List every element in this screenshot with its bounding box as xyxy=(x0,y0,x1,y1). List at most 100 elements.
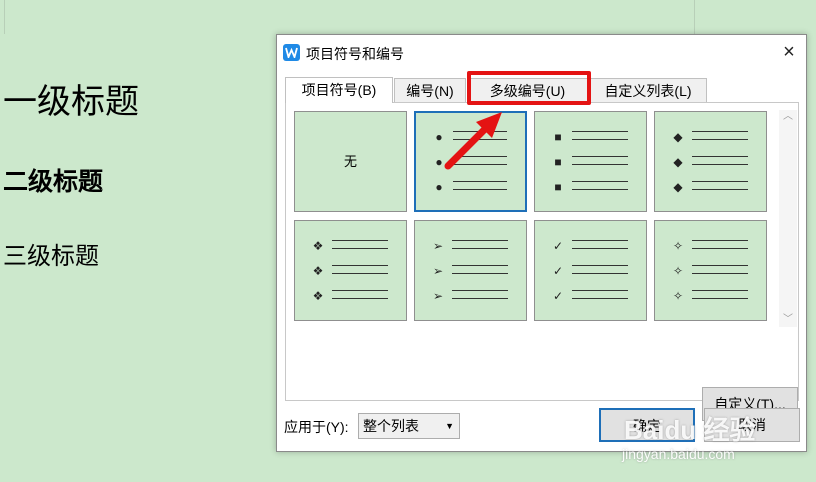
filled-diamond-bullet-icon: ◆ xyxy=(673,180,683,194)
preview-line xyxy=(452,240,508,241)
scroll-down-icon[interactable]: ﹀ xyxy=(779,313,797,327)
bullet-preview-row: ■ xyxy=(535,179,646,195)
preview-line xyxy=(692,189,748,190)
apply-to-value: 整个列表 xyxy=(363,418,419,434)
bullets-numbering-dialog: 项目符号和编号 × 项目符号(B) 编号(N) 多级编号(U) 自定义列表(L)… xyxy=(276,34,807,452)
preview-line xyxy=(572,139,628,140)
preview-line xyxy=(332,240,388,241)
preview-line xyxy=(692,298,748,299)
four-diamond-bullet-icon: ❖ xyxy=(312,289,324,303)
bullet-preview-row: ✓ xyxy=(535,263,646,279)
page-margin-mark xyxy=(694,0,695,34)
bullet-option[interactable]: ➢ ➢ ➢ xyxy=(414,220,527,321)
wps-app-icon xyxy=(283,44,300,61)
preview-line xyxy=(453,189,507,190)
scroll-up-icon[interactable]: ︿ xyxy=(779,110,797,124)
checkmark-bullet-icon: ✓ xyxy=(552,239,564,253)
filled-square-bullet-icon: ■ xyxy=(554,180,562,194)
bullet-preview-row: ➢ xyxy=(415,238,526,254)
preview-line xyxy=(452,248,508,249)
preview-line xyxy=(692,139,748,140)
dropdown-arrow-icon: ▼ xyxy=(445,421,454,431)
filled-circle-bullet-icon: ● xyxy=(435,180,443,194)
heading-level-2[interactable]: 二级标题 xyxy=(3,162,103,198)
bullet-preview-row: ❖ xyxy=(295,263,406,279)
annotation-arrow-icon xyxy=(444,112,502,170)
checkmark-bullet-icon: ✓ xyxy=(552,264,564,278)
preview-line xyxy=(572,181,628,182)
preview-line xyxy=(572,248,628,249)
bullet-preview-row: ◆ xyxy=(655,154,766,170)
preview-line xyxy=(692,164,748,165)
bullet-option[interactable]: ◆ ◆ ◆ xyxy=(654,111,767,212)
bullet-option[interactable]: ■ ■ ■ xyxy=(534,111,647,212)
four-point-star-bullet-icon: ✧ xyxy=(672,289,684,303)
four-point-star-bullet-icon: ✧ xyxy=(672,239,684,253)
preview-line xyxy=(452,273,508,274)
bullet-preview-row: ■ xyxy=(535,154,646,170)
preview-line xyxy=(453,181,507,182)
filled-diamond-bullet-icon: ◆ xyxy=(673,155,683,169)
bullet-preview-row: ❖ xyxy=(295,288,406,304)
preview-line xyxy=(332,265,388,266)
preview-line xyxy=(692,248,748,249)
bullet-preview-row: ➢ xyxy=(415,288,526,304)
preview-line xyxy=(692,290,748,291)
preview-line xyxy=(452,298,508,299)
bullet-preview-row: ■ xyxy=(535,129,646,145)
four-point-star-bullet-icon: ✧ xyxy=(672,264,684,278)
preview-line xyxy=(692,240,748,241)
close-icon: × xyxy=(783,41,795,63)
preview-line xyxy=(572,240,628,241)
preview-line xyxy=(452,265,508,266)
preview-line xyxy=(692,265,748,266)
arrowhead-bullet-icon: ➢ xyxy=(432,239,444,253)
none-label: 无 xyxy=(343,154,357,169)
filled-square-bullet-icon: ■ xyxy=(554,155,562,169)
gallery-scrollbar[interactable]: ︿ ﹀ xyxy=(779,110,797,327)
dialog-titlebar[interactable]: 项目符号和编号 × xyxy=(277,35,806,69)
filled-diamond-bullet-icon: ◆ xyxy=(673,130,683,144)
dialog-title: 项目符号和编号 xyxy=(306,46,404,62)
bullet-preview-row: ✧ xyxy=(655,263,766,279)
preview-line xyxy=(572,156,628,157)
preview-line xyxy=(692,273,748,274)
preview-line xyxy=(692,181,748,182)
heading-level-1[interactable]: 一级标题 xyxy=(3,74,139,123)
tab-highlight-box xyxy=(467,71,591,105)
preview-line xyxy=(332,298,388,299)
four-diamond-bullet-icon: ❖ xyxy=(312,264,324,278)
apply-to-label: 应用于(Y): xyxy=(284,419,349,435)
preview-line xyxy=(332,248,388,249)
tab-custom-list[interactable]: 自定义列表(L) xyxy=(589,78,707,102)
preview-line xyxy=(572,131,628,132)
bullet-option[interactable]: ❖ ❖ ❖ xyxy=(294,220,407,321)
bullet-option[interactable]: ✧ ✧ ✧ xyxy=(654,220,767,321)
bullet-option-none[interactable]: 无 xyxy=(294,111,407,212)
preview-line xyxy=(332,290,388,291)
preview-line xyxy=(692,156,748,157)
bullet-preview-row: ✧ xyxy=(655,238,766,254)
tab-bullets[interactable]: 项目符号(B) xyxy=(285,77,393,103)
filled-square-bullet-icon: ■ xyxy=(554,130,562,144)
preview-line xyxy=(692,131,748,132)
arrowhead-bullet-icon: ➢ xyxy=(432,264,444,278)
heading-level-3[interactable]: 三级标题 xyxy=(3,236,99,271)
preview-line xyxy=(572,265,628,266)
bullet-preview-row: ● xyxy=(416,179,525,195)
tab-numbering[interactable]: 编号(N) xyxy=(394,78,466,102)
bullet-preview-row: ➢ xyxy=(415,263,526,279)
apply-to-select[interactable]: 整个列表 ▼ xyxy=(358,413,460,439)
preview-line xyxy=(332,273,388,274)
bullet-option[interactable]: ✓ ✓ ✓ xyxy=(534,220,647,321)
preview-line xyxy=(572,298,628,299)
bullet-gallery-panel: 无 ● ● ● ■ ■ ■ ◆ ◆ ◆ ❖ ❖ ❖ ➢ ➢ ➢ ✓ ✓ ✓ ✧ ✧ ✧ ︿ ﹀ 自定义(T)... xyxy=(285,102,799,421)
checkmark-bullet-icon: ✓ xyxy=(552,289,564,303)
bullet-preview-row: ✓ xyxy=(535,288,646,304)
watermark-url: jingyan.baidu.com xyxy=(622,446,735,462)
preview-line xyxy=(572,189,628,190)
bullet-preview-row: ❖ xyxy=(295,238,406,254)
bullet-preview-row: ✓ xyxy=(535,238,646,254)
close-button[interactable]: × xyxy=(772,35,806,69)
preview-line xyxy=(572,273,628,274)
